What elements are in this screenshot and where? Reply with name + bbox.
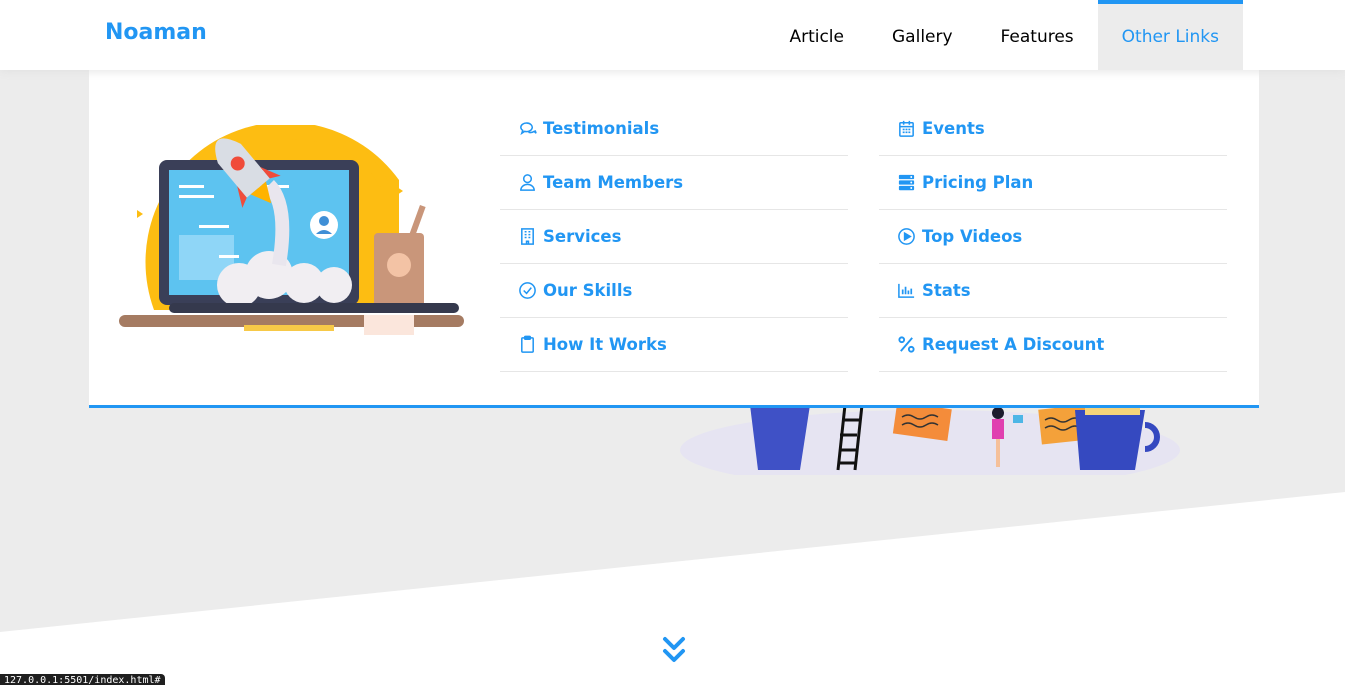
links-column-2: Events Pricing Plan Top Videos Stats Req… <box>879 102 1227 372</box>
play-circle-icon <box>896 227 916 247</box>
calendar-icon <box>896 119 916 139</box>
logo[interactable]: Noaman <box>105 20 207 45</box>
check-circle-icon <box>517 281 537 301</box>
link-testimonials[interactable]: Testimonials <box>500 102 848 156</box>
clipboard-icon <box>517 335 537 355</box>
link-label: Team Members <box>543 173 684 192</box>
link-pricing-plan[interactable]: Pricing Plan <box>879 156 1227 210</box>
main-nav: Article Gallery Features Other Links <box>765 0 1243 70</box>
building-icon <box>517 227 537 247</box>
link-team-members[interactable]: Team Members <box>500 156 848 210</box>
user-icon <box>517 173 537 193</box>
nav-gallery[interactable]: Gallery <box>868 0 977 70</box>
nav-other-links[interactable]: Other Links <box>1097 0 1243 70</box>
link-stats[interactable]: Stats <box>879 264 1227 318</box>
link-events[interactable]: Events <box>879 102 1227 156</box>
status-bar-url: 127.0.0.1:5501/index.html# <box>0 674 165 685</box>
site-header: Noaman Article Gallery Features Other Li… <box>0 0 1345 70</box>
links-column-1: Testimonials Team Members Services Our S… <box>500 102 848 372</box>
nav-article[interactable]: Article <box>765 0 868 70</box>
link-label: Events <box>922 119 985 138</box>
link-top-videos[interactable]: Top Videos <box>879 210 1227 264</box>
comments-icon <box>517 119 537 139</box>
server-icon <box>896 173 916 193</box>
nav-features[interactable]: Features <box>977 0 1098 70</box>
link-label: Top Videos <box>922 227 1023 246</box>
mega-menu: Testimonials Team Members Services Our S… <box>89 70 1259 408</box>
link-label: Request A Discount <box>922 335 1105 354</box>
link-how-it-works[interactable]: How It Works <box>500 318 848 372</box>
link-label: How It Works <box>543 335 667 354</box>
scroll-down-icon[interactable] <box>662 636 686 666</box>
link-our-skills[interactable]: Our Skills <box>500 264 848 318</box>
link-label: Stats <box>922 281 971 300</box>
percent-icon <box>896 335 916 355</box>
rocket-laptop-illustration <box>119 125 464 335</box>
bar-chart-icon <box>896 281 916 301</box>
link-label: Our Skills <box>543 281 633 300</box>
link-label: Pricing Plan <box>922 173 1034 192</box>
link-services[interactable]: Services <box>500 210 848 264</box>
link-request-a-discount[interactable]: Request A Discount <box>879 318 1227 372</box>
link-label: Testimonials <box>543 119 660 138</box>
link-label: Services <box>543 227 622 246</box>
